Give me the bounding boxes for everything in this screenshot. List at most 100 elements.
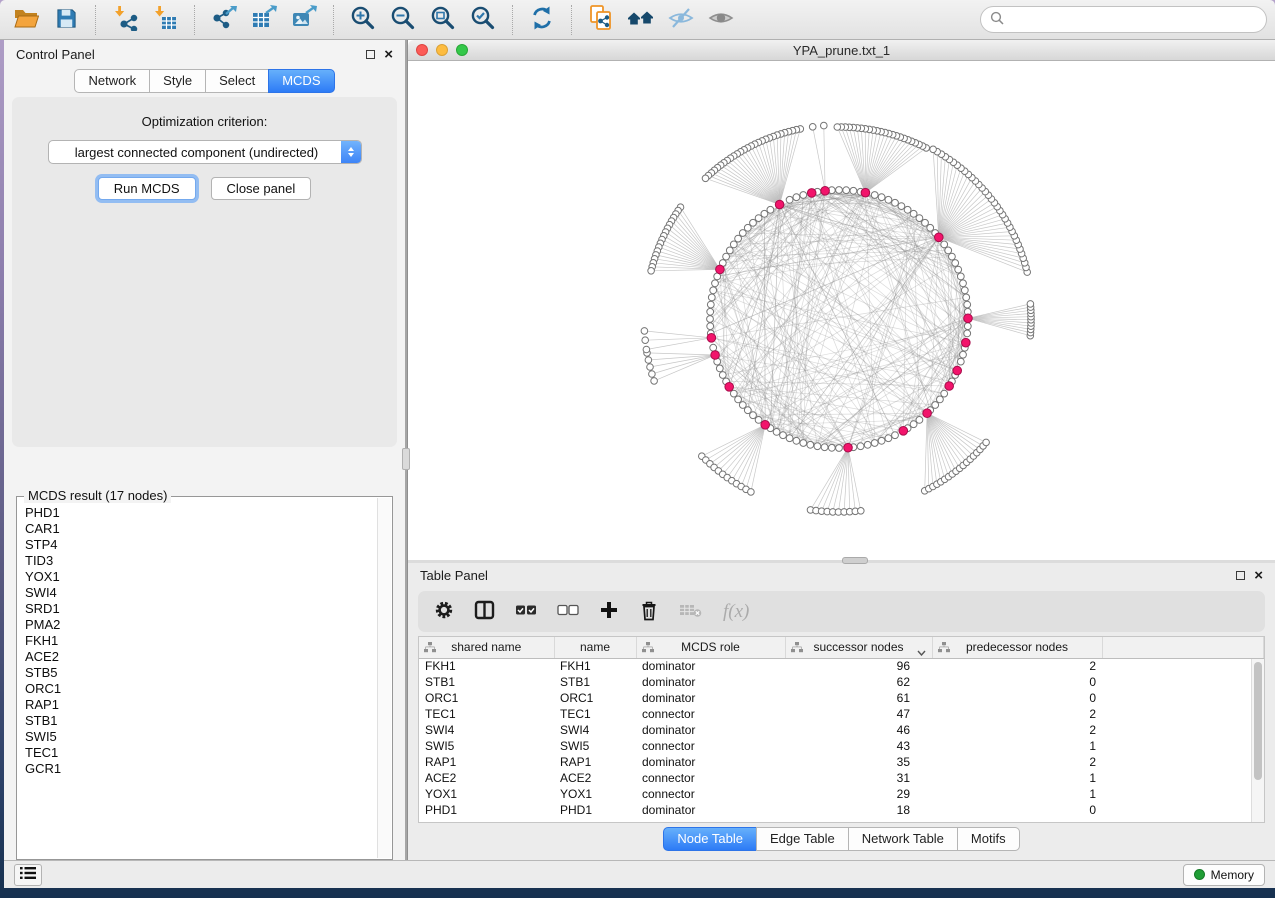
import-table-button[interactable]: [147, 4, 183, 36]
close-panel-icon[interactable]: ×: [384, 50, 393, 60]
table-cell[interactable]: ORC1: [554, 690, 636, 706]
table-cell[interactable]: connector: [636, 770, 785, 786]
list-item[interactable]: STP4: [18, 537, 377, 553]
splitter-grip[interactable]: [402, 448, 410, 470]
table-row[interactable]: ORC1ORC1dominator610: [419, 690, 1264, 706]
table-cell[interactable]: 46: [785, 722, 932, 738]
table-cell[interactable]: 0: [932, 690, 1102, 706]
table-cell[interactable]: dominator: [636, 722, 785, 738]
import-network-button[interactable]: [107, 4, 143, 36]
list-item[interactable]: STB5: [18, 665, 377, 681]
show-columns-icon[interactable]: [474, 600, 495, 623]
table-cell[interactable]: 1: [932, 738, 1102, 754]
list-item[interactable]: ORC1: [18, 681, 377, 697]
table-cell[interactable]: 1: [932, 786, 1102, 802]
table-cell[interactable]: ACE2: [554, 770, 636, 786]
network-canvas[interactable]: [408, 61, 1275, 560]
list-item[interactable]: YOX1: [18, 569, 377, 585]
float-panel-icon[interactable]: [366, 50, 375, 59]
column-header-shared-name[interactable]: shared name: [419, 637, 554, 658]
table-cell[interactable]: [1102, 754, 1264, 770]
open-file-button[interactable]: [8, 4, 44, 36]
run-mcds-button[interactable]: Run MCDS: [98, 177, 196, 200]
table-cell[interactable]: [1102, 738, 1264, 754]
table-cell[interactable]: 47: [785, 706, 932, 722]
table-cell[interactable]: SWI5: [554, 738, 636, 754]
table-cell[interactable]: TEC1: [419, 706, 554, 722]
table-cell[interactable]: 18: [785, 802, 932, 818]
list-item[interactable]: SRD1: [18, 601, 377, 617]
column-header-MCDS-role[interactable]: MCDS role: [636, 637, 785, 658]
refresh-button[interactable]: [524, 4, 560, 36]
splitter-grip[interactable]: [842, 557, 868, 564]
list-item[interactable]: STB1: [18, 713, 377, 729]
table-cell[interactable]: 43: [785, 738, 932, 754]
table-cell[interactable]: [1102, 722, 1264, 738]
tab-mcds[interactable]: MCDS: [268, 69, 334, 93]
search-input[interactable]: [1010, 12, 1257, 27]
table-row[interactable]: ACE2ACE2connector311: [419, 770, 1264, 786]
table-cell[interactable]: FKH1: [554, 658, 636, 674]
hide-selected-button[interactable]: [663, 4, 699, 36]
zoom-fit-button[interactable]: [425, 4, 461, 36]
table-cell[interactable]: PHD1: [419, 802, 554, 818]
optimization-select[interactable]: largest connected component (undirected): [48, 140, 362, 164]
task-list-button[interactable]: [14, 864, 42, 886]
scrollbar-thumb[interactable]: [1254, 662, 1262, 780]
table-cell[interactable]: 0: [932, 802, 1102, 818]
tab-motifs[interactable]: Motifs: [957, 827, 1020, 851]
table-cell[interactable]: SWI4: [419, 722, 554, 738]
zoom-in-button[interactable]: [345, 4, 381, 36]
table-cell[interactable]: FKH1: [419, 658, 554, 674]
table-cell[interactable]: dominator: [636, 754, 785, 770]
tab-network-table[interactable]: Network Table: [848, 827, 958, 851]
function-builder-icon[interactable]: f(x): [723, 601, 749, 623]
table-row[interactable]: SWI4SWI4dominator462: [419, 722, 1264, 738]
add-icon[interactable]: [599, 600, 619, 623]
close-panel-icon[interactable]: ×: [1254, 571, 1263, 581]
list-item[interactable]: GCR1: [18, 761, 377, 777]
table-cell[interactable]: STB1: [419, 674, 554, 690]
table-cell[interactable]: dominator: [636, 658, 785, 674]
vertical-splitter[interactable]: [405, 40, 407, 860]
result-scrollbar[interactable]: [377, 498, 391, 858]
table-cell[interactable]: 35: [785, 754, 932, 770]
table-cell[interactable]: SWI5: [419, 738, 554, 754]
table-cell[interactable]: [1102, 690, 1264, 706]
table-cell[interactable]: STB1: [554, 674, 636, 690]
table-cell[interactable]: dominator: [636, 690, 785, 706]
table-cell[interactable]: YOX1: [554, 786, 636, 802]
table-cell[interactable]: YOX1: [419, 786, 554, 802]
table-cell[interactable]: ORC1: [419, 690, 554, 706]
tab-network[interactable]: Network: [74, 69, 150, 93]
table-cell[interactable]: dominator: [636, 674, 785, 690]
list-item[interactable]: SWI5: [18, 729, 377, 745]
table-cell[interactable]: 2: [932, 754, 1102, 770]
close-panel-button[interactable]: Close panel: [211, 177, 312, 200]
table-cell[interactable]: [1102, 706, 1264, 722]
column-header-predecessor-nodes[interactable]: predecessor nodes: [932, 637, 1102, 658]
table-cell[interactable]: RAP1: [419, 754, 554, 770]
list-item[interactable]: TID3: [18, 553, 377, 569]
table-cell[interactable]: [1102, 658, 1264, 674]
table-row[interactable]: SWI5SWI5connector431: [419, 738, 1264, 754]
table-cell[interactable]: TEC1: [554, 706, 636, 722]
table-cell[interactable]: SWI4: [554, 722, 636, 738]
save-session-button[interactable]: [48, 4, 84, 36]
export-image-button[interactable]: [286, 4, 322, 36]
list-item[interactable]: PMA2: [18, 617, 377, 633]
table-cell[interactable]: [1102, 674, 1264, 690]
tab-node-table[interactable]: Node Table: [663, 827, 757, 851]
table-cell[interactable]: 31: [785, 770, 932, 786]
tab-select[interactable]: Select: [205, 69, 269, 93]
show-all-button[interactable]: [703, 4, 739, 36]
list-item[interactable]: ACE2: [18, 649, 377, 665]
gear-icon[interactable]: [434, 600, 454, 623]
column-header-name[interactable]: name: [554, 637, 636, 658]
table-cell[interactable]: connector: [636, 786, 785, 802]
table-cell[interactable]: connector: [636, 738, 785, 754]
export-table-button[interactable]: [246, 4, 282, 36]
table-cell[interactable]: RAP1: [554, 754, 636, 770]
table-cell[interactable]: dominator: [636, 802, 785, 818]
select-all-icon[interactable]: [515, 603, 537, 620]
